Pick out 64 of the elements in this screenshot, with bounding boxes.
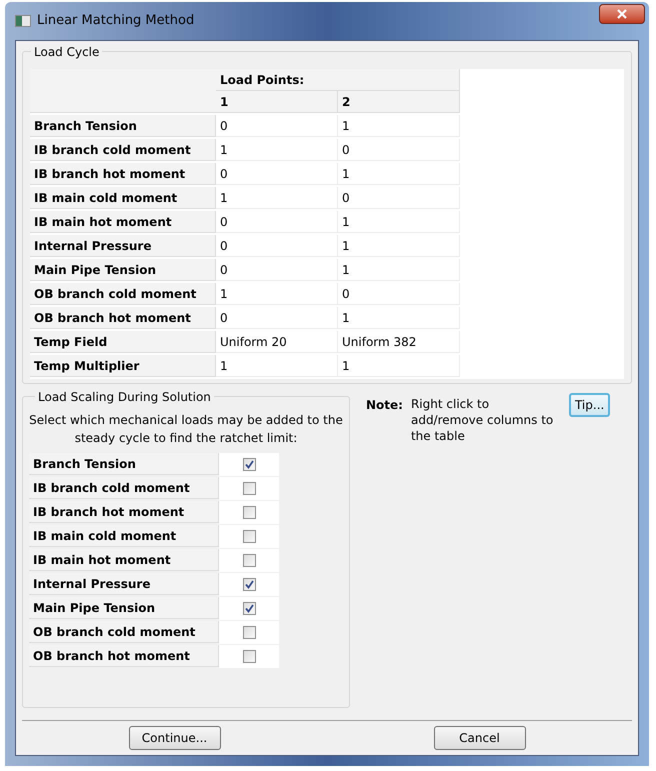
table-cell: 1 xyxy=(338,115,460,137)
row-header: IB branch hot moment xyxy=(30,163,216,185)
row-header: Internal Pressure xyxy=(29,573,219,595)
checkbox[interactable] xyxy=(242,458,256,471)
table-cell: 0 xyxy=(338,187,460,209)
note-label: Note: xyxy=(366,397,403,414)
row-header: Temp Field xyxy=(30,331,216,353)
window-title: Linear Matching Method xyxy=(37,12,194,30)
checkbox[interactable] xyxy=(242,578,256,591)
row-header: Main Pipe Tension xyxy=(29,597,219,619)
checkbox[interactable] xyxy=(242,626,256,639)
row-header: IB branch cold moment xyxy=(30,139,216,161)
table-cell: 0 xyxy=(216,307,338,329)
table-cell: 0 xyxy=(216,259,338,281)
table-cell: 1 xyxy=(338,163,460,185)
table-cell: 1 xyxy=(216,139,338,161)
table-cell: 1 xyxy=(216,187,338,209)
checkbox[interactable] xyxy=(242,530,256,543)
row-header: OB branch cold moment xyxy=(30,283,216,305)
column-header: 2 xyxy=(338,91,460,113)
row-header: Temp Multiplier xyxy=(30,355,216,377)
checkbox[interactable] xyxy=(242,554,256,567)
checkbox[interactable] xyxy=(242,482,256,495)
checkbox[interactable] xyxy=(242,506,256,519)
table-cell: Uniform 382 xyxy=(338,331,460,353)
row-header: Branch Tension xyxy=(29,453,219,475)
row-header: OB branch hot moment xyxy=(30,307,216,329)
row-header: OB branch cold moment xyxy=(29,621,219,643)
row-header: IB main cold moment xyxy=(30,187,216,209)
row-header: IB main hot moment xyxy=(29,549,219,571)
instructions-text: Select which mechanical loads may be added to the steady cycle to find the ratchet limit: xyxy=(29,412,343,447)
table-cell: 0 xyxy=(216,235,338,257)
app-icon xyxy=(15,15,31,27)
close-button[interactable] xyxy=(599,4,645,24)
table-cell: 1 xyxy=(216,283,338,305)
table-cell: 1 xyxy=(338,235,460,257)
table-cell: 1 xyxy=(216,355,338,377)
row-header: IB branch hot moment xyxy=(29,501,219,523)
row-header: IB main hot moment xyxy=(30,211,216,233)
row-header: Branch Tension xyxy=(30,115,216,137)
cancel-button[interactable]: Cancel xyxy=(434,726,526,750)
table-cell: 0 xyxy=(216,163,338,185)
row-header: Internal Pressure xyxy=(30,235,216,257)
column-header: 1 xyxy=(216,91,338,113)
table-cell: 1 xyxy=(338,307,460,329)
table-cell: 1 xyxy=(338,211,460,233)
checkbox[interactable] xyxy=(242,650,256,663)
row-header: Main Pipe Tension xyxy=(30,259,216,281)
column-header: Load Points: xyxy=(216,69,460,91)
table-cell: 0 xyxy=(338,139,460,161)
table-cell: 1 xyxy=(338,355,460,377)
table-cell: Uniform 20 xyxy=(216,331,338,353)
table-cell: 0 xyxy=(216,211,338,233)
table-cell: 0 xyxy=(338,283,460,305)
checkbox[interactable] xyxy=(242,602,256,615)
table-cell: 0 xyxy=(216,115,338,137)
row-header: IB main cold moment xyxy=(29,525,219,547)
tip-button[interactable]: Tip... xyxy=(568,393,610,417)
close-icon xyxy=(617,9,627,19)
row-header: IB branch cold moment xyxy=(29,477,219,499)
note-text: Right click to add/remove columns to the table xyxy=(410,396,554,444)
row-header: OB branch hot moment xyxy=(29,645,219,667)
continue-button[interactable]: Continue... xyxy=(128,726,220,750)
table-cell: 1 xyxy=(338,259,460,281)
